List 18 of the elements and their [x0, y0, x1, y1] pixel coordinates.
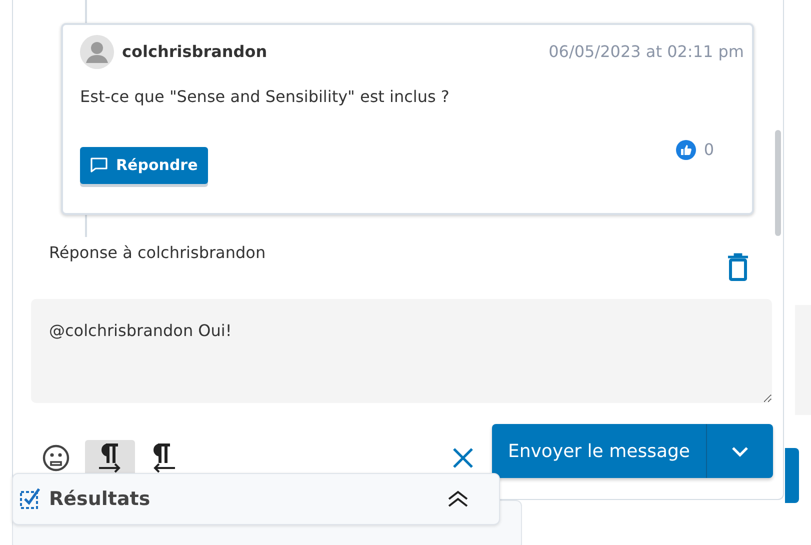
delete-icon[interactable] — [727, 253, 749, 281]
message-input[interactable]: @colchrisbrandon Oui! — [31, 299, 772, 403]
panel-title: Résultats — [49, 486, 150, 512]
comment-icon — [90, 157, 108, 174]
timestamp: 06/05/2023 at 02:11 pm — [548, 41, 744, 63]
text-direction-button[interactable] — [85, 440, 135, 476]
checkbox-icon — [19, 487, 43, 511]
like-count: 0 — [704, 139, 714, 162]
author-name[interactable]: colchrisbrandon — [122, 40, 268, 64]
collapse-icon[interactable] — [447, 490, 469, 508]
emoji-icon — [42, 444, 70, 472]
reply-button[interactable]: Répondre — [80, 147, 208, 184]
chevron-down-icon — [731, 446, 749, 456]
scrollbar-thumb[interactable] — [775, 130, 781, 236]
reply-label: Réponse à colchrisbrandon — [49, 242, 266, 264]
message-text: Est-ce que "Sense and Sensibility" est inclus ? — [80, 87, 450, 106]
like-icon[interactable] — [676, 140, 696, 160]
close-icon[interactable] — [452, 447, 474, 469]
